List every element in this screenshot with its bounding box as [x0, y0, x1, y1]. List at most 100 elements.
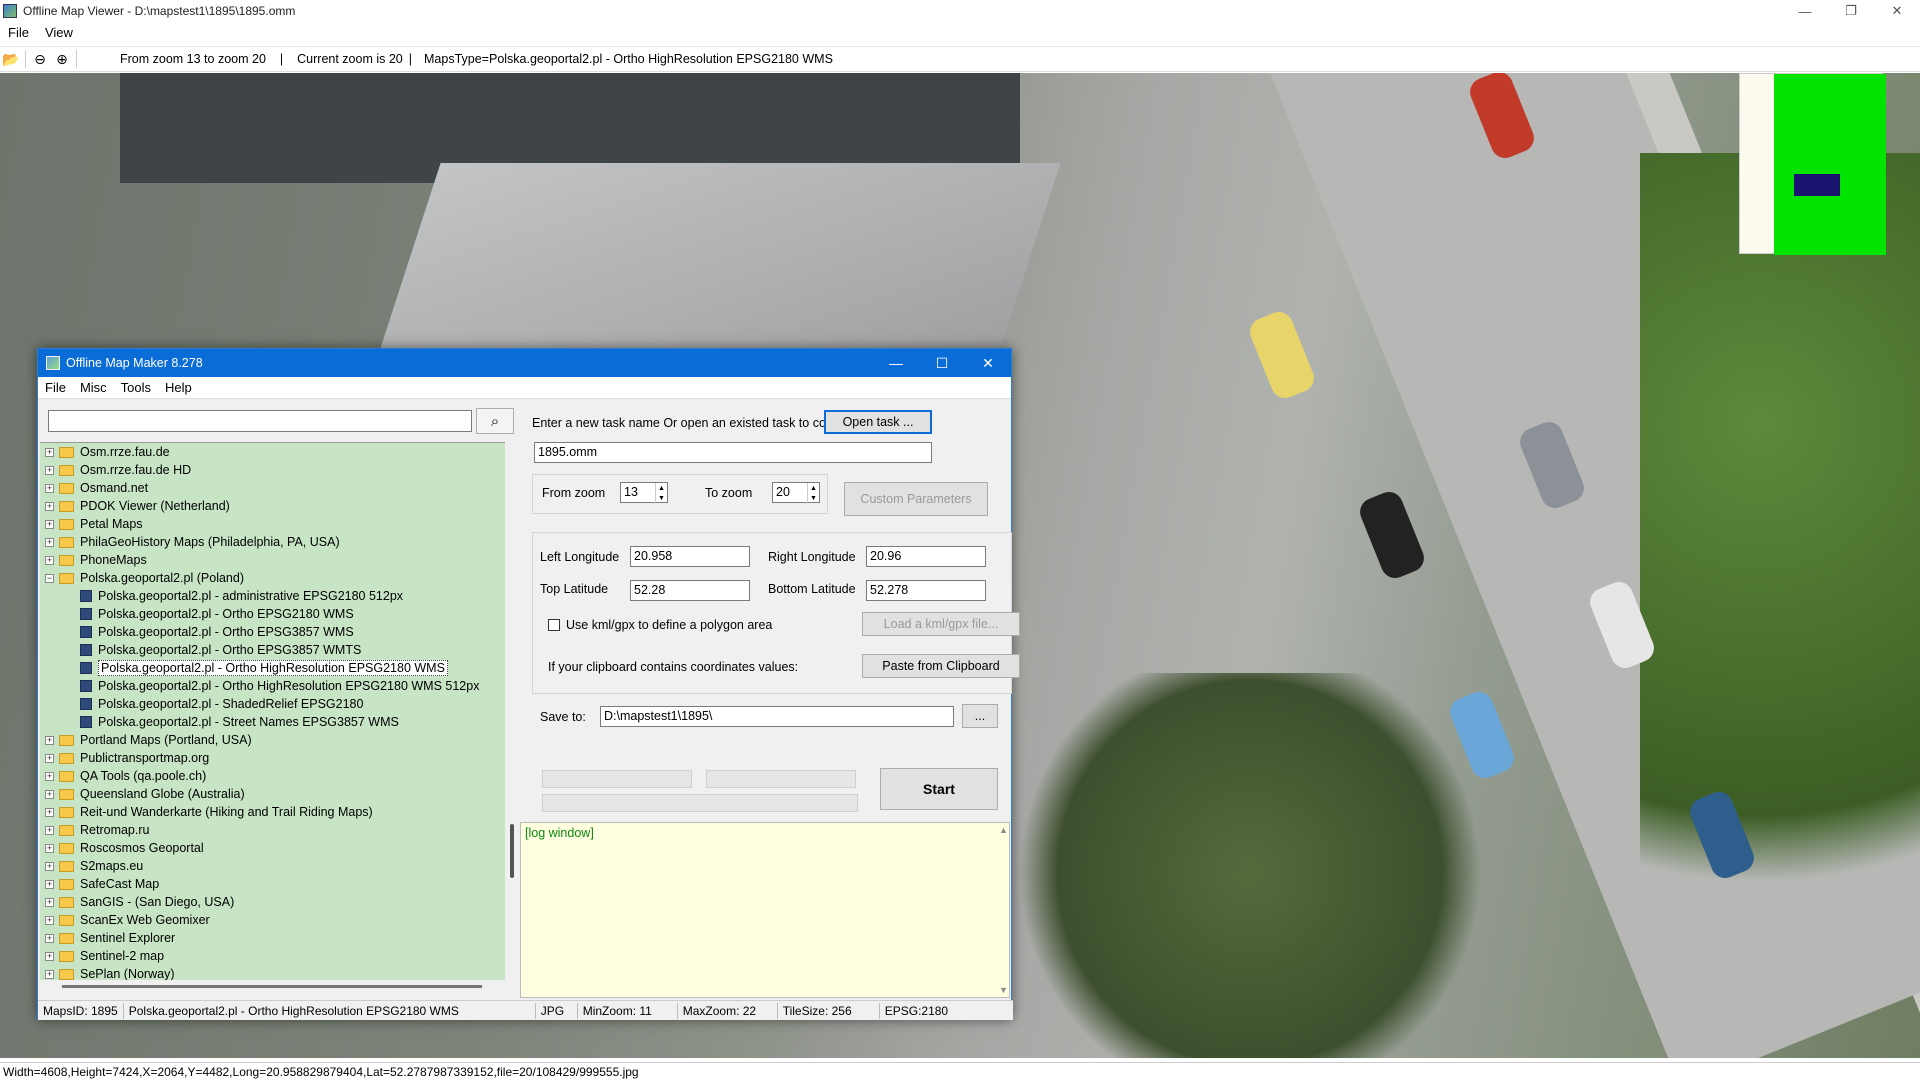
expand-icon[interactable]: + — [45, 915, 54, 925]
tree-item[interactable]: + Sentinel Explorer — [40, 929, 505, 947]
spin-down-icon[interactable]: ▼ — [810, 495, 817, 502]
dialog-maximize-button[interactable]: ☐ — [919, 349, 965, 377]
scroll-up-icon[interactable]: ▲ — [999, 825, 1008, 835]
dialog-minimize-button[interactable]: — — [873, 349, 919, 377]
task-name-input[interactable]: 1895.omm — [534, 442, 932, 463]
tree-item[interactable]: Polska.geoportal2.pl - Ortho EPSG3857 WM… — [40, 641, 505, 659]
tree-item[interactable]: + PhoneMaps — [40, 551, 505, 569]
tree-item[interactable]: Polska.geoportal2.pl - ShadedRelief EPSG… — [40, 695, 505, 713]
tree-item[interactable]: + Portland Maps (Portland, USA) — [40, 731, 505, 749]
left-longitude-input[interactable]: 20.958 — [630, 546, 750, 567]
tree-item[interactable]: + PDOK Viewer (Netherland) — [40, 497, 505, 515]
dialog-menu-misc[interactable]: Misc — [73, 380, 114, 395]
minimize-button[interactable]: — — [1782, 0, 1828, 22]
tree-horizontal-scrollbar[interactable] — [62, 985, 482, 988]
tree-item[interactable]: − Polska.geoportal2.pl (Poland) — [40, 569, 505, 587]
open-task-button[interactable]: Open task ... — [824, 410, 932, 434]
tree-item[interactable]: Polska.geoportal2.pl - Street Names EPSG… — [40, 713, 505, 731]
tree-item[interactable]: + SanGIS - (San Diego, USA) — [40, 893, 505, 911]
zoom-out-icon[interactable]: ⊖ — [29, 48, 51, 70]
expand-icon[interactable]: + — [45, 555, 54, 565]
tree-item[interactable]: Polska.geoportal2.pl - Ortho EPSG3857 WM… — [40, 623, 505, 641]
spin-up-icon[interactable]: ▲ — [810, 485, 817, 492]
expand-icon[interactable]: + — [45, 447, 54, 457]
expand-icon[interactable]: + — [45, 951, 54, 961]
tree-item[interactable]: Polska.geoportal2.pl - Ortho HighResolut… — [40, 659, 505, 677]
tree-item[interactable]: + ScanEx Web Geomixer — [40, 911, 505, 929]
expand-icon[interactable]: + — [45, 969, 54, 979]
top-latitude-input[interactable]: 52.28 — [630, 580, 750, 601]
scroll-down-icon[interactable]: ▼ — [999, 985, 1008, 995]
tree-item[interactable]: + S2maps.eu — [40, 857, 505, 875]
tree-item[interactable]: + Queensland Globe (Australia) — [40, 785, 505, 803]
expand-icon[interactable]: + — [45, 519, 54, 529]
from-zoom-input[interactable]: 13 ▲ ▼ — [620, 482, 668, 504]
expand-icon[interactable]: + — [45, 897, 54, 907]
expand-icon[interactable]: + — [45, 753, 54, 763]
to-zoom-spinner[interactable]: ▲ ▼ — [807, 483, 819, 504]
tree-item[interactable]: + Osm.rrze.fau.de HD — [40, 461, 505, 479]
zoom-in-icon[interactable]: ⊕ — [51, 48, 73, 70]
custom-parameters-button[interactable]: Custom Parameters — [844, 482, 988, 516]
menu-file[interactable]: File — [0, 25, 37, 40]
log-window[interactable]: [log window] ▲ ▼ — [520, 822, 1010, 998]
expand-icon[interactable]: + — [45, 807, 54, 817]
tree-item[interactable]: + Publictransportmap.org — [40, 749, 505, 767]
tree-item[interactable]: + Roscosmos Geoportal — [40, 839, 505, 857]
tree-item[interactable]: Polska.geoportal2.pl - Ortho EPSG2180 WM… — [40, 605, 505, 623]
dialog-menu-help[interactable]: Help — [158, 380, 199, 395]
scrollbar-thumb[interactable] — [510, 824, 514, 878]
expand-icon[interactable]: + — [45, 735, 54, 745]
expand-icon[interactable]: + — [45, 483, 54, 493]
close-button[interactable]: ✕ — [1874, 0, 1920, 22]
kml-checkbox[interactable] — [548, 619, 560, 631]
tree-item[interactable]: + Reit-und Wanderkarte (Hiking and Trail … — [40, 803, 505, 821]
collapse-icon[interactable]: − — [45, 573, 54, 583]
bottom-latitude-input[interactable]: 52.278 — [866, 580, 986, 601]
dialog-close-button[interactable]: ✕ — [965, 349, 1011, 377]
tree-item[interactable]: + Osm.rrze.fau.de — [40, 443, 505, 461]
to-zoom-input[interactable]: 20 ▲ ▼ — [772, 482, 820, 504]
tree-item[interactable]: + SafeCast Map — [40, 875, 505, 893]
load-kml-button[interactable]: Load a kml/gpx file... — [862, 612, 1020, 636]
tree-item[interactable]: + Petal Maps — [40, 515, 505, 533]
expand-icon[interactable]: + — [45, 789, 54, 799]
tree-item[interactable]: Polska.geoportal2.pl - Ortho HighResolut… — [40, 677, 505, 695]
log-scrollbar[interactable]: ▲ ▼ — [997, 823, 1009, 997]
start-button[interactable]: Start — [880, 768, 998, 810]
spin-up-icon[interactable]: ▲ — [658, 485, 665, 492]
dialog-menu-tools[interactable]: Tools — [114, 380, 158, 395]
paste-from-clipboard-button[interactable]: Paste from Clipboard — [862, 654, 1020, 678]
expand-icon[interactable]: + — [45, 825, 54, 835]
expand-icon[interactable]: + — [45, 861, 54, 871]
tree-item[interactable]: + Retromap.ru — [40, 821, 505, 839]
menu-view[interactable]: View — [37, 25, 81, 40]
minimap[interactable] — [1739, 73, 1886, 255]
expand-icon[interactable]: + — [45, 933, 54, 943]
tree-item[interactable]: + SePlan (Norway) — [40, 965, 505, 980]
expand-icon[interactable]: + — [45, 465, 54, 475]
spin-down-icon[interactable]: ▼ — [658, 495, 665, 502]
search-input[interactable] — [48, 410, 472, 432]
tree-item[interactable]: + Sentinel-2 map — [40, 947, 505, 965]
tree-item[interactable]: Polska.geoportal2.pl - administrative EP… — [40, 587, 505, 605]
open-folder-icon[interactable]: 📂 — [0, 48, 22, 70]
search-button[interactable]: ⌕ — [476, 408, 514, 434]
expand-icon[interactable]: + — [45, 843, 54, 853]
tree-vertical-scrollbar[interactable] — [507, 442, 518, 980]
minimap-viewport[interactable] — [1794, 174, 1840, 196]
from-zoom-spinner[interactable]: ▲ ▼ — [655, 483, 667, 504]
expand-icon[interactable]: + — [45, 771, 54, 781]
browse-button[interactable]: ... — [962, 704, 998, 728]
expand-icon[interactable]: + — [45, 879, 54, 889]
tree-item[interactable]: + QA Tools (qa.poole.ch) — [40, 767, 505, 785]
dialog-menu-file[interactable]: File — [38, 380, 73, 395]
save-to-input[interactable]: D:\mapstest1\1895\ — [600, 706, 954, 727]
expand-icon[interactable]: + — [45, 501, 54, 511]
restore-button[interactable]: ❐ — [1828, 0, 1874, 22]
expand-icon[interactable]: + — [45, 537, 54, 547]
right-longitude-input[interactable]: 20.96 — [866, 546, 986, 567]
tree-item[interactable]: + PhilaGeoHistory Maps (Philadelphia, PA,… — [40, 533, 505, 551]
map-source-tree[interactable]: + Osm.rrze.fau.de + Osm.rrze.fau.de HD + Osma… — [40, 442, 505, 980]
tree-item[interactable]: + Osmand.net — [40, 479, 505, 497]
